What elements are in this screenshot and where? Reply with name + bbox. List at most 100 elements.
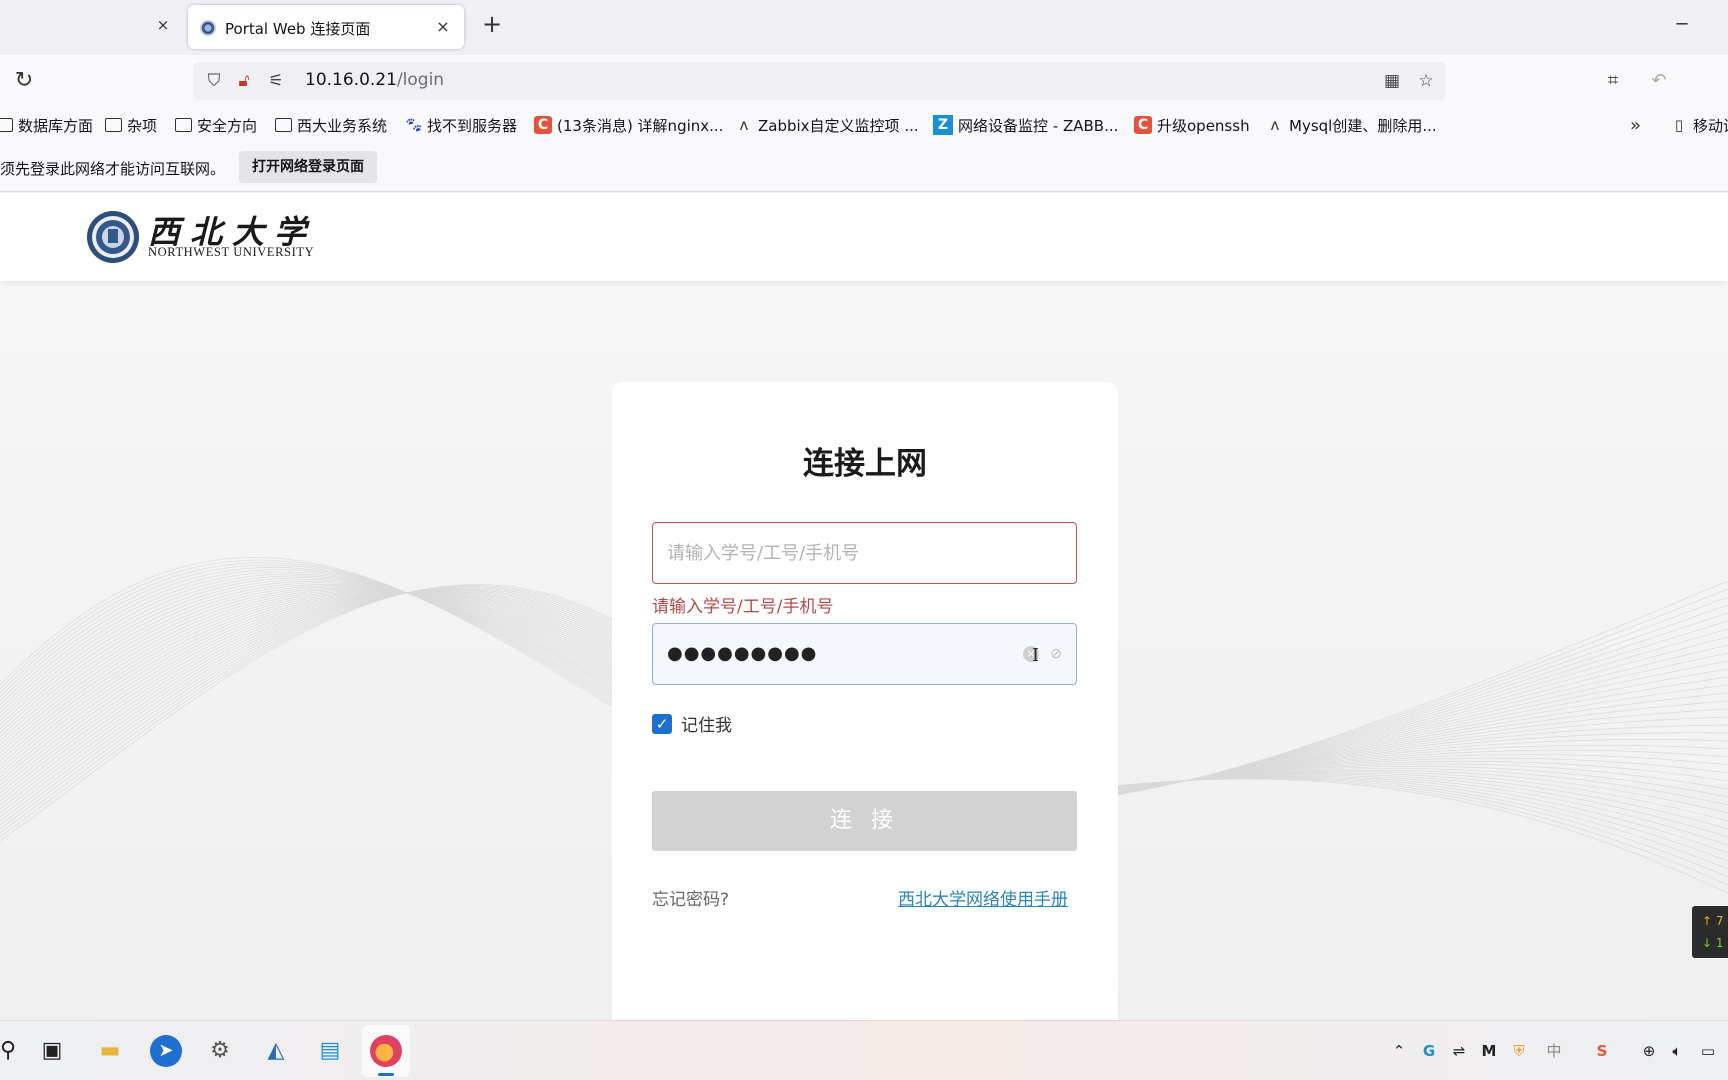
csdn-icon: C — [534, 116, 552, 134]
taskbar: ⚲ ▣ ▬ ➤ ⚙ ◭ ▤ ⌃ G ⇌ M ⛨ 中 S ⊕ 🔈︎ ▭ — [0, 1020, 1728, 1080]
tray-g-icon[interactable]: G — [1419, 1041, 1439, 1061]
bookmark-link[interactable]: C 升级openssh — [1134, 113, 1250, 137]
connect-button[interactable]: 连 接 — [652, 791, 1077, 851]
login-title: 连接上网 — [803, 446, 927, 482]
bookmark-label: (13条消息) 详解nginx... — [557, 116, 724, 135]
login-card: 连接上网 请输入学号/工号/手机号 ●●●●●●●●● × ⊘ ✓ 记住我 连 … — [612, 382, 1118, 1020]
csdn-icon: C — [1134, 116, 1152, 134]
bookmark-label: Mysql创建、删除用... — [1289, 116, 1437, 135]
password-field[interactable]: ●●●●●●●●● × ⊘ — [652, 623, 1077, 685]
tab-bar: × Portal Web 连接页面 × + ─ — [0, 0, 1728, 55]
network-globe-icon[interactable]: ⊕ — [1639, 1041, 1659, 1061]
bookmark-folder[interactable]: 安全方向 — [175, 113, 257, 137]
url-bar[interactable]: ⛉ 🔓︎ ⚟ 10.16.0.21/login ▦ ☆ — [193, 62, 1445, 100]
folder-icon — [105, 118, 122, 132]
captive-portal-notification: 须先登录此网络才能访问互联网。 打开网络登录页面 — [0, 144, 1728, 192]
bookmark-link[interactable]: Z 网络设备监控 - ZABB... — [933, 113, 1118, 137]
z-icon: Z — [933, 115, 953, 135]
insecure-lock-icon[interactable]: 🔓︎ — [233, 70, 255, 92]
bookmark-link[interactable]: ᴧ Zabbix自定义监控项 ... — [735, 113, 919, 137]
active-app-indicator — [378, 1073, 394, 1076]
search-icon[interactable]: ⚲ — [0, 1035, 24, 1067]
remote-desktop-icon[interactable]: ▤ — [314, 1035, 346, 1067]
battery-icon[interactable]: ▭ — [1698, 1041, 1718, 1061]
url-host: 10.16.0.21 — [305, 70, 397, 90]
bookmark-label: Zabbix自定义监控项 ... — [758, 116, 919, 135]
input-method-icon[interactable]: 中 — [1544, 1041, 1564, 1061]
minimize-button[interactable]: ─ — [1672, 14, 1692, 35]
bookmark-label: 移动设 — [1693, 116, 1728, 135]
bookmark-folder[interactable]: 杂项 — [105, 113, 157, 137]
bookmarks-bar: 数据库方面 杂项 安全方向 西大业务系统 🐾︎ 找不到服务器 C (13条消息) 详… — [0, 107, 1728, 144]
bookmark-label: 升级openssh — [1157, 116, 1250, 135]
permissions-icon[interactable]: ⚟ — [265, 70, 287, 92]
folder-icon — [0, 118, 13, 132]
eye-off-icon[interactable]: ⊘ — [1046, 644, 1066, 664]
open-login-page-button[interactable]: 打开网络登录页面 — [239, 151, 377, 183]
file-explorer-icon[interactable]: ▬ — [94, 1035, 126, 1067]
upload-speed: ↑ 7 — [1702, 914, 1724, 928]
bookmark-label: 西大业务系统 — [297, 116, 388, 135]
tab-close-icon[interactable]: × — [433, 17, 453, 37]
tray-m-icon[interactable]: M — [1479, 1041, 1499, 1061]
paw-icon: 🐾︎ — [404, 116, 424, 134]
favicon-icon — [200, 20, 216, 36]
bookmark-mobile[interactable]: ▯ 移动设 — [1670, 113, 1728, 137]
net-speed-widget: ↑ 7 ↓ 1 — [1692, 906, 1728, 958]
url-text[interactable]: 10.16.0.21/login — [305, 70, 444, 90]
bookmark-folder[interactable]: 数据库方面 — [0, 113, 93, 137]
firefox-icon[interactable] — [370, 1035, 402, 1067]
remember-checkbox[interactable]: ✓ — [652, 713, 672, 734]
zabbix-icon: ᴧ — [1270, 116, 1280, 134]
screenshot-crop-icon[interactable]: ⌗ — [1601, 69, 1625, 93]
tray-sliders-icon[interactable]: ⇌ — [1449, 1041, 1469, 1061]
monitor-chart-icon[interactable]: ◭ — [260, 1035, 292, 1067]
feishu-icon[interactable]: ➤ — [150, 1035, 182, 1067]
tray-s-icon[interactable]: S — [1592, 1041, 1612, 1061]
forgot-password-link[interactable]: 忘记密码? — [652, 885, 729, 910]
site-header: 西北大学 NORTHWEST UNIVERSITY — [0, 193, 1728, 281]
qr-code-icon[interactable]: ▦ — [1381, 70, 1403, 92]
bookmark-link[interactable]: 🐾︎ 找不到服务器 — [404, 113, 517, 137]
url-path: /login — [396, 70, 445, 90]
volume-icon[interactable]: 🔈︎ — [1667, 1041, 1687, 1061]
university-seal-icon — [87, 211, 139, 263]
tab-title: Portal Web 连接页面 — [225, 20, 371, 38]
remember-me[interactable]: ✓ 记住我 — [652, 711, 732, 736]
bookmark-folder[interactable]: 西大业务系统 — [275, 113, 387, 137]
folder-icon — [275, 118, 292, 132]
logo-english: NORTHWEST UNIVERSITY — [148, 245, 315, 259]
folder-icon — [175, 118, 192, 132]
previous-tab-close-icon[interactable]: × — [154, 16, 172, 34]
reload-icon[interactable]: ↻ — [12, 69, 36, 93]
bookmark-label: 找不到服务器 — [427, 116, 518, 135]
notification-text: 须先登录此网络才能访问互联网。 — [0, 160, 226, 178]
bookmark-label: 安全方向 — [197, 116, 258, 135]
username-error-message: 请输入学号/工号/手机号 — [652, 597, 834, 617]
new-tab-button[interactable]: + — [481, 12, 503, 36]
shield-icon[interactable]: ⛉ — [203, 70, 225, 92]
zabbix-icon: ᴧ — [739, 116, 749, 134]
bookmark-star-icon[interactable]: ☆ — [1415, 70, 1437, 92]
text-cursor-icon: I — [1032, 645, 1040, 666]
undo-icon[interactable]: ↶ — [1647, 69, 1671, 93]
settings-gear-icon[interactable]: ⚙ — [204, 1035, 236, 1067]
tray-shield-icon[interactable]: ⛨ — [1509, 1041, 1529, 1061]
tab-portal-web[interactable]: Portal Web 连接页面 × — [188, 5, 464, 49]
chevron-more-icon[interactable]: » — [1630, 115, 1641, 136]
password-mask: ●●●●●●●●● — [667, 643, 818, 664]
network-manual-link[interactable]: 西北大学网络使用手册 — [898, 885, 1068, 910]
username-field[interactable] — [652, 522, 1077, 584]
bookmark-link[interactable]: ᴧ Mysql创建、删除用... — [1266, 113, 1437, 137]
navigation-bar: ↻ ⛉ 🔓︎ ⚟ 10.16.0.21/login ▦ ☆ ⌗ ↶ — [0, 55, 1728, 107]
task-view-icon[interactable]: ▣ — [36, 1035, 68, 1067]
tray-expand-icon[interactable]: ⌃ — [1389, 1041, 1409, 1061]
bookmark-label: 数据库方面 — [18, 116, 94, 135]
bookmark-label: 杂项 — [127, 116, 158, 135]
page-content: 西北大学 NORTHWEST UNIVERSITY 连接上网 请输入学号/工号/… — [0, 193, 1728, 1020]
bookmark-link[interactable]: C (13条消息) 详解nginx... — [534, 113, 723, 137]
download-speed: ↓ 1 — [1702, 936, 1724, 950]
username-input[interactable] — [653, 523, 1076, 583]
bookmark-label: 网络设备监控 - ZABB... — [958, 116, 1119, 135]
remember-label: 记住我 — [681, 716, 732, 736]
